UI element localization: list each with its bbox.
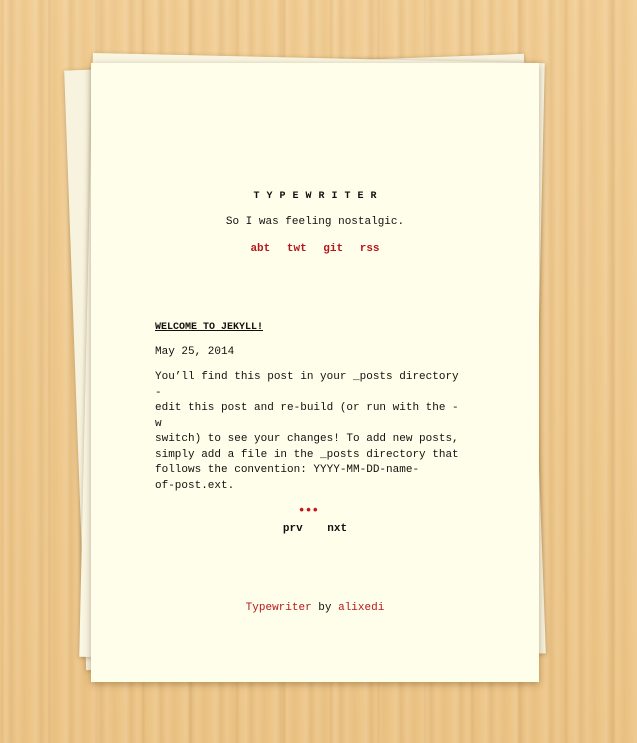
post-excerpt-line: follows the convention: YYYY-MM-DD-name- — [155, 464, 420, 476]
post-excerpt-line: of-post.ext. — [155, 479, 235, 492]
footer-by-text: by — [318, 602, 332, 614]
author-link[interactable]: alixedi — [338, 602, 384, 614]
page-content: TYPEWRITER So I was feeling nostalgic. a… — [91, 63, 539, 682]
post-preview: WELCOME TO JEKYLL! May 25, 2014 You’ll f… — [155, 322, 465, 518]
post-date: May 25, 2014 — [155, 346, 235, 358]
nav-link-rss[interactable]: rss — [360, 243, 380, 255]
post-excerpt-line: You’ll find this post in your _posts dir… — [155, 371, 459, 399]
post-excerpt-line: edit this post and re-build (or run with… — [155, 402, 459, 430]
paper-sheet-front: TYPEWRITER So I was feeling nostalgic. a… — [91, 63, 539, 682]
post-excerpt-line: switch) to see your changes! To add new … — [155, 433, 459, 445]
nav-link-about[interactable]: abt — [250, 243, 270, 255]
read-more-link[interactable]: ••• — [151, 504, 465, 518]
pagination: prv nxt — [91, 523, 539, 535]
theme-link[interactable]: Typewriter — [246, 602, 312, 614]
site-title[interactable]: TYPEWRITER — [91, 191, 539, 202]
nav-link-twitter[interactable]: twt — [287, 243, 307, 255]
site-nav: abt twt git rss — [91, 243, 539, 255]
post-excerpt-line: simply add a file in the _posts director… — [155, 448, 459, 461]
site-footer: Typewriter by alixedi — [91, 602, 539, 614]
post-title-link[interactable]: WELCOME TO JEKYLL! — [155, 322, 465, 333]
next-page-link[interactable]: nxt — [327, 523, 347, 535]
site-tagline: So I was feeling nostalgic. — [225, 216, 405, 228]
prev-page-link[interactable]: prv — [283, 523, 303, 535]
nav-link-github[interactable]: git — [323, 243, 343, 255]
post-excerpt: You’ll find this post in your _posts dir… — [155, 370, 465, 494]
